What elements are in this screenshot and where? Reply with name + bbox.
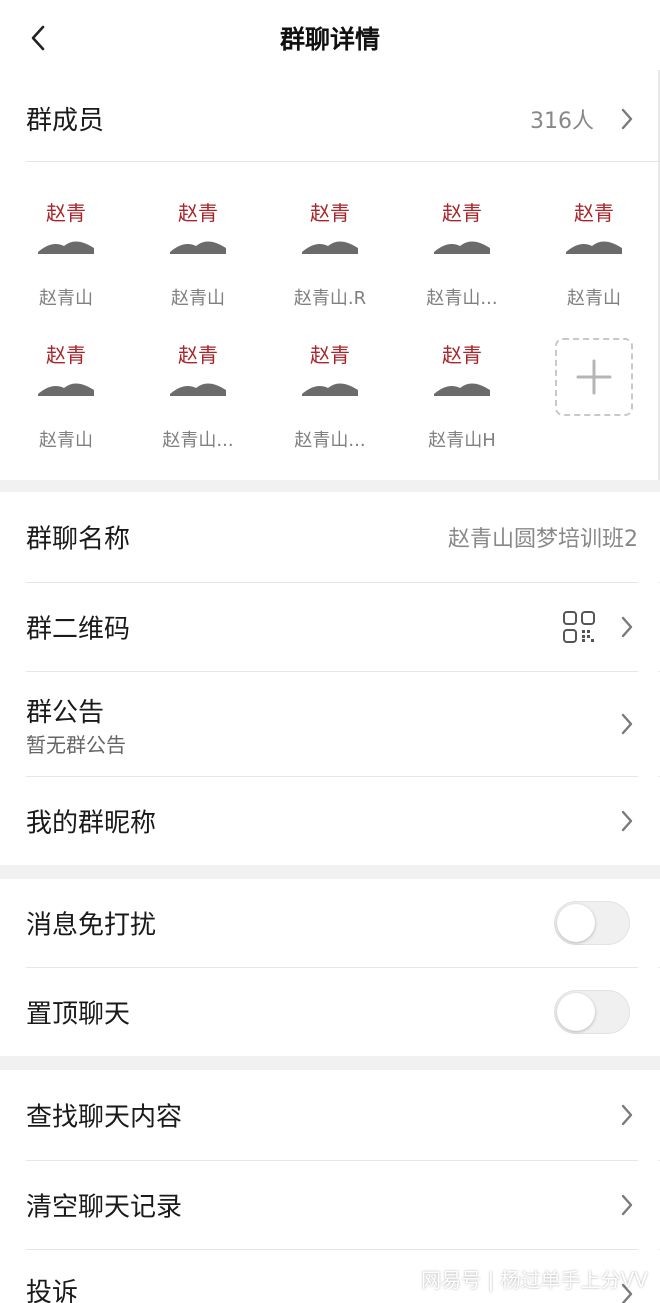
svg-text:赵青: 赵青: [574, 201, 614, 225]
avatar: 赵青: [302, 201, 358, 254]
member-item[interactable]: 赵青 赵青山: [528, 162, 660, 309]
member-item[interactable]: 赵青 赵青山...: [132, 304, 264, 451]
members-header-row[interactable]: 群成员 316人: [0, 76, 660, 162]
members-label: 群成员: [26, 106, 105, 136]
svg-text:赵青: 赵青: [310, 201, 350, 225]
announcement-row[interactable]: 群公告 暂无群公告: [0, 672, 660, 776]
toggle-knob: [557, 904, 595, 942]
avatar: 赵青: [38, 201, 94, 254]
mute-label: 消息免打扰: [26, 910, 157, 941]
report-label: 投诉: [26, 1278, 79, 1303]
member-item[interactable]: 赵青 赵青山: [0, 304, 132, 451]
watermark: 网易号 | 杨过单手上分VV: [421, 1268, 648, 1292]
svg-text:赵青: 赵青: [310, 343, 350, 367]
member-item[interactable]: 赵青 赵青山...: [396, 162, 528, 309]
member-name: 赵青山...: [162, 430, 234, 451]
member-name: 赵青山: [567, 288, 621, 309]
chevron-right-icon: [621, 1194, 633, 1216]
avatar: 赵青: [170, 343, 226, 396]
chevron-right-icon: [621, 1104, 633, 1126]
chevron-right-icon: [621, 810, 633, 832]
member-item[interactable]: 赵青 赵青山H: [396, 304, 528, 451]
announcement-value: 暂无群公告: [26, 733, 126, 757]
group-name-label: 群聊名称: [26, 524, 131, 555]
avatar: 赵青: [38, 343, 94, 396]
avatar: 赵青: [302, 343, 358, 396]
add-member-button[interactable]: [555, 338, 633, 416]
chevron-right-icon: [621, 713, 633, 735]
pin-chat-row: 置顶聊天: [0, 968, 660, 1056]
qr-code-icon: [563, 611, 595, 643]
pin-chat-toggle[interactable]: [554, 990, 630, 1034]
avatar: 赵青: [434, 343, 490, 396]
svg-text:赵青: 赵青: [178, 343, 218, 367]
svg-text:赵青: 赵青: [442, 343, 482, 367]
mute-row: 消息免打扰: [0, 879, 660, 967]
group-qr-label: 群二维码: [26, 614, 131, 645]
member-item[interactable]: 赵青 赵青山...: [264, 304, 396, 451]
search-history-row[interactable]: 查找聊天内容: [0, 1070, 660, 1160]
member-grid: 赵青 赵青山 赵青 赵青山 赵青 赵青山.R 赵青 赵青山... 赵青 赵青山: [0, 162, 660, 480]
page-title: 群聊详情: [279, 25, 380, 54]
plus-icon: [576, 359, 612, 395]
member-item[interactable]: 赵青 赵青山: [0, 162, 132, 309]
mute-toggle[interactable]: [554, 901, 630, 945]
member-name: 赵青山: [39, 430, 93, 451]
svg-text:赵青: 赵青: [46, 343, 86, 367]
member-item[interactable]: 赵青 赵青山.R: [264, 162, 396, 309]
members-count: 316人: [530, 109, 594, 134]
member-name: 赵青山H: [428, 430, 496, 451]
svg-text:赵青: 赵青: [178, 201, 218, 225]
svg-text:赵青: 赵青: [442, 201, 482, 225]
group-name-row[interactable]: 群聊名称 赵青山圆梦培训班2: [0, 492, 660, 582]
avatar: 赵青: [170, 201, 226, 254]
avatar: 赵青: [566, 201, 622, 254]
top-bar: 群聊详情: [0, 0, 660, 76]
toggle-knob: [557, 993, 595, 1031]
my-nickname-label: 我的群昵称: [26, 808, 157, 839]
group-name-value: 赵青山圆梦培训班2: [448, 527, 638, 552]
chevron-right-icon: [621, 616, 633, 638]
member-name: 赵青山...: [294, 430, 366, 451]
chevron-right-icon: [621, 108, 633, 130]
section-gap: [0, 480, 660, 492]
svg-text:赵青: 赵青: [46, 201, 86, 225]
search-history-label: 查找聊天内容: [26, 1102, 183, 1133]
section-gap: [0, 1056, 660, 1070]
announcement-label: 群公告: [26, 698, 105, 728]
avatar: 赵青: [434, 201, 490, 254]
clear-history-label: 清空聊天记录: [26, 1192, 183, 1223]
clear-history-row[interactable]: 清空聊天记录: [0, 1161, 660, 1249]
my-nickname-row[interactable]: 我的群昵称: [0, 777, 660, 865]
group-qr-row[interactable]: 群二维码: [0, 583, 660, 671]
pin-chat-label: 置顶聊天: [26, 999, 131, 1030]
section-gap: [0, 865, 660, 879]
member-item[interactable]: 赵青 赵青山: [132, 162, 264, 309]
